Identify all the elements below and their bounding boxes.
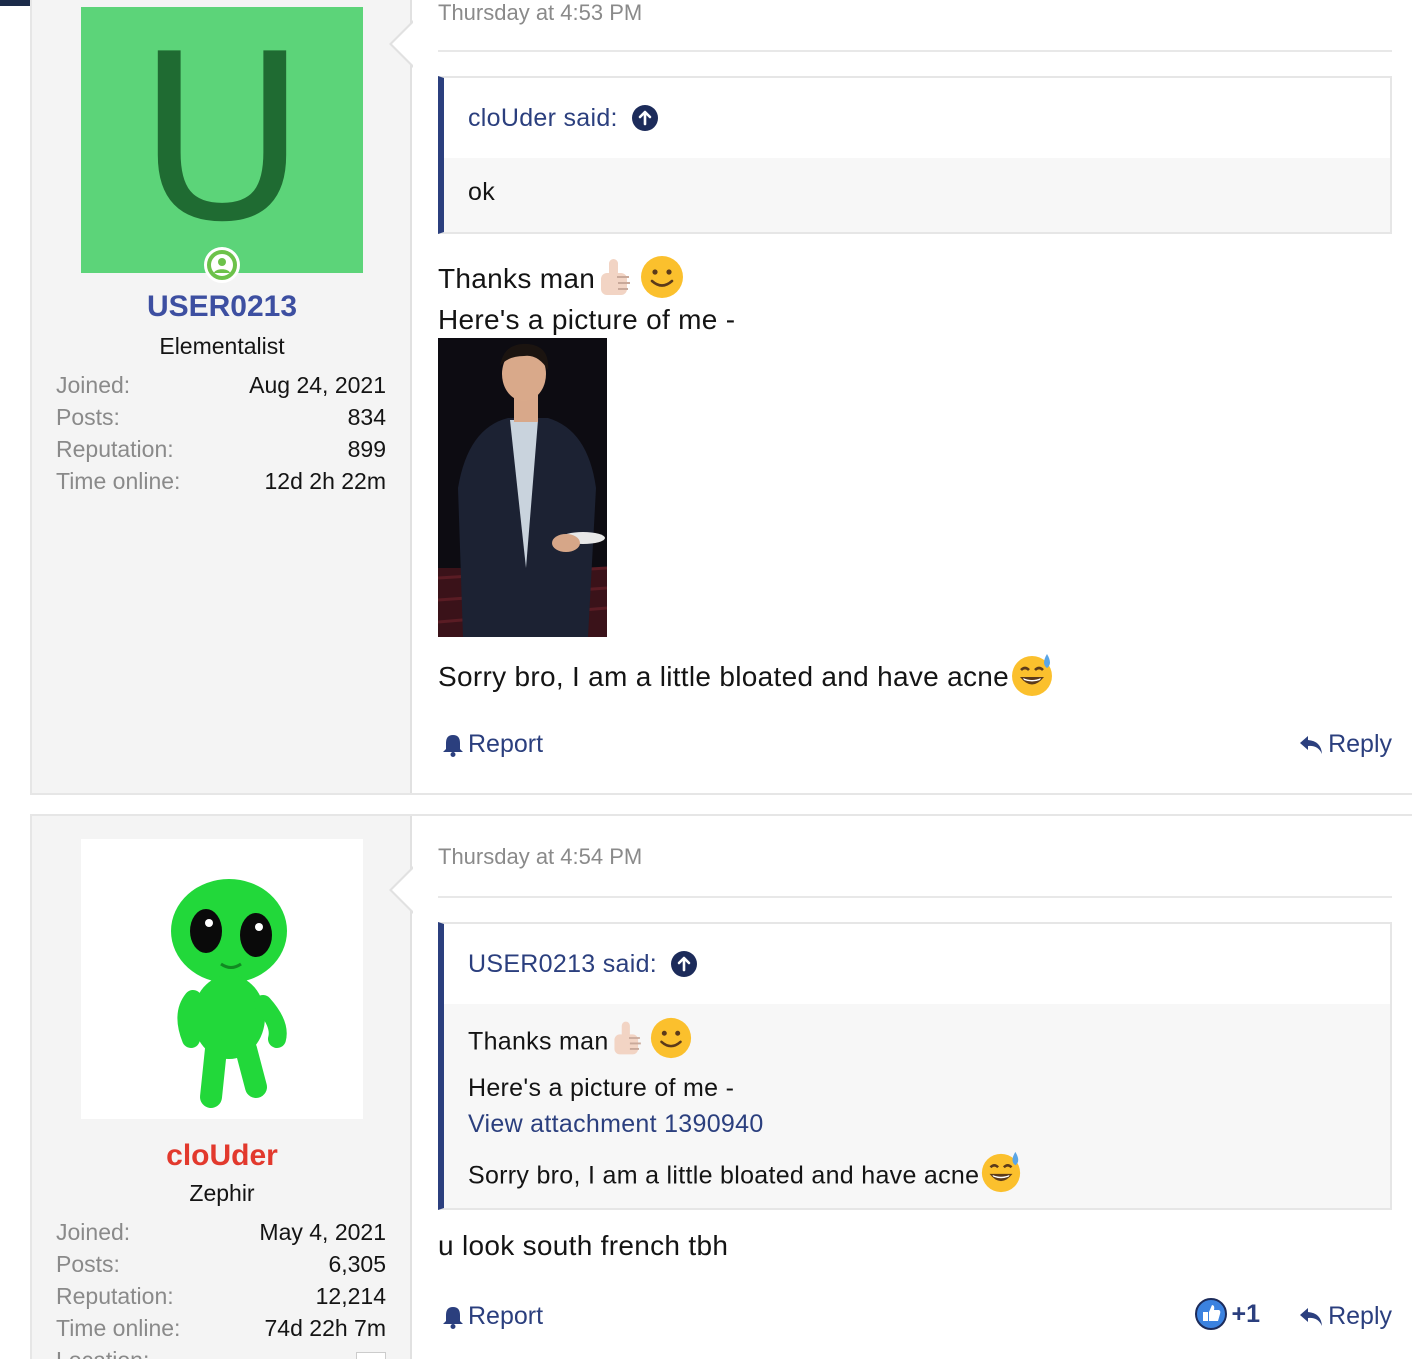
post-user0213: U USER0213 Elementalist Joined: Aug 24, 2… [30, 0, 1412, 795]
person-photo [438, 338, 607, 637]
quote-line: Here's a picture of me - [468, 1074, 735, 1102]
reply-icon [1300, 735, 1323, 754]
stat-posts: Posts: 6,305 [56, 1251, 386, 1277]
user-title: Zephir [189, 1180, 255, 1206]
quote-line-text: Sorry bro, I am a little bloated and hav… [468, 1161, 980, 1190]
post-datetime[interactable]: Thursday at 4:54 PM [438, 844, 642, 870]
stat-time-online: Time online: 12d 2h 22m [56, 468, 386, 494]
quote-line: Sorry bro, I am a little bloated and hav… [468, 1150, 1390, 1204]
arrow-up-circle-icon[interactable] [671, 951, 698, 977]
quote-author[interactable]: USER0213 said: [468, 950, 657, 979]
post-line: Thanks man [438, 254, 685, 307]
username[interactable]: cloUder [32, 1139, 412, 1173]
stat-time-online: Time online: 74d 22h 7m [56, 1315, 386, 1341]
quote-header[interactable]: USER0213 said: [444, 924, 1390, 1004]
thumbs-up-emoji [595, 255, 639, 306]
report-button[interactable]: Report [442, 730, 543, 759]
user-pane: cloUder Zephir Joined: May 4, 2021 Posts:… [32, 816, 412, 1359]
attachment-photo[interactable] [438, 338, 607, 637]
alien-avatar [171, 879, 287, 1108]
user-stats: Joined: May 4, 2021 Posts: 6,305 Reputatio… [56, 1216, 386, 1359]
quote-header[interactable]: cloUder said: [444, 78, 1390, 158]
post-line: u look south french tbh [438, 1230, 729, 1261]
stat-posts: Posts: 834 [56, 404, 386, 430]
view-attachment-link[interactable]: View attachment 1390940 [468, 1106, 1390, 1142]
quote-line: Thanks man [468, 1016, 1390, 1070]
post-clouder: cloUder Zephir Joined: May 4, 2021 Posts:… [30, 814, 1412, 1359]
quote-text: Thanks man Here's a picture of me - View… [444, 1004, 1390, 1204]
like-icon [1195, 1298, 1228, 1330]
smile-emoji [639, 254, 685, 307]
stat-reputation: Reputation: 899 [56, 436, 386, 462]
post-content: Thursday at 4:53 PM cloUder said: ok Tha… [438, 0, 1392, 793]
avatar[interactable]: U [81, 7, 363, 273]
quote-block: cloUder said: ok [438, 76, 1392, 234]
bell-icon [443, 1306, 463, 1329]
quote-line-text: Thanks man [468, 1027, 609, 1056]
post-text: Thanks man [438, 262, 596, 294]
flag-icon [356, 1352, 386, 1359]
stat-location: Location: [56, 1344, 386, 1359]
divider [438, 896, 1392, 898]
username[interactable]: USER0213 [32, 290, 412, 324]
sweat-smile-emoji [1009, 652, 1055, 705]
stat-reputation: Reputation: 12,214 [56, 1283, 386, 1309]
like-count[interactable]: +1 [1195, 1298, 1260, 1330]
online-user-icon [207, 250, 237, 280]
quote-text: ok [468, 178, 496, 206]
reply-button[interactable]: Reply [1298, 1302, 1392, 1331]
reply-button[interactable]: Reply [1298, 730, 1392, 759]
reply-label: Reply [1328, 1302, 1392, 1330]
post-text: Sorry bro, I am a little bloated and hav… [438, 660, 1010, 692]
sweat-smile-emoji [979, 1150, 1023, 1204]
like-count-label: +1 [1231, 1299, 1260, 1328]
reply-label: Reply [1328, 730, 1392, 758]
bell-icon [443, 734, 463, 757]
user-title: Elementalist [159, 333, 285, 359]
quote-block: USER0213 said: Thanks man Here's a pictu… [438, 922, 1392, 1210]
report-label: Report [468, 730, 544, 758]
user-stats: Joined: Aug 24, 2021 Posts: 834 Reputation… [56, 369, 386, 497]
reply-icon [1300, 1307, 1323, 1326]
smile-emoji [649, 1016, 693, 1070]
post-datetime[interactable]: Thursday at 4:53 PM [438, 0, 642, 26]
stat-joined: Joined: Aug 24, 2021 [56, 372, 386, 398]
quote-author[interactable]: cloUder said: [468, 104, 618, 133]
post-content: Thursday at 4:54 PM USER0213 said: Thank… [438, 816, 1392, 1359]
user-pane: U USER0213 Elementalist Joined: Aug 24, 2… [32, 0, 412, 793]
thumbs-up-emoji [609, 1018, 649, 1068]
post-line: Here's a picture of me - [438, 304, 736, 335]
report-button[interactable]: Report [442, 1302, 543, 1331]
online-status-badge [204, 247, 240, 283]
post-line: Sorry bro, I am a little bloated and hav… [438, 652, 1055, 705]
report-label: Report [468, 1302, 544, 1330]
avatar[interactable] [81, 839, 363, 1119]
stat-joined: Joined: May 4, 2021 [56, 1219, 386, 1245]
pane-pointer-inner [392, 22, 414, 66]
arrow-up-circle-icon[interactable] [631, 105, 658, 131]
divider [438, 50, 1392, 52]
pane-pointer-inner [392, 868, 414, 912]
